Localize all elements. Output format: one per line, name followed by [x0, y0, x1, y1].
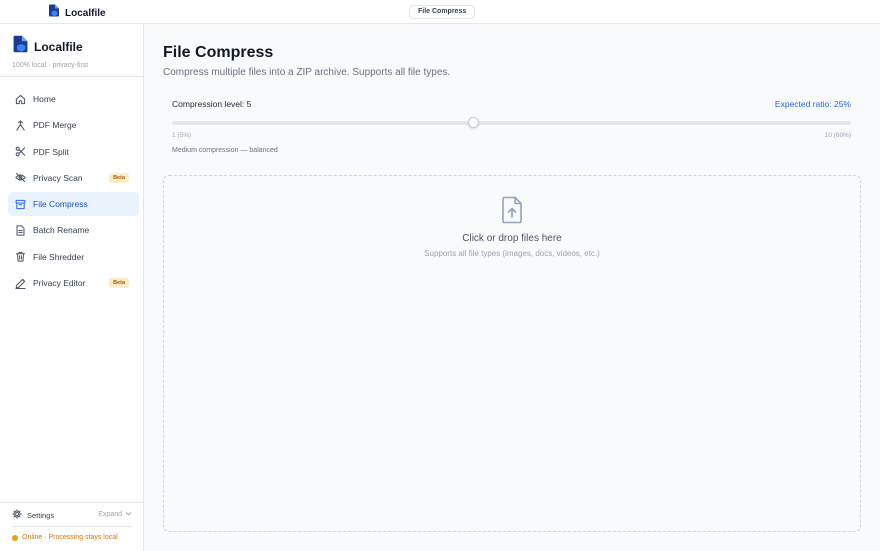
- trash-icon: [14, 251, 26, 263]
- top-bar: Localfile File Compress: [0, 0, 880, 24]
- file-dropzone[interactable]: Click or drop files here Supports all fi…: [163, 175, 861, 532]
- app-logo-icon: [12, 35, 29, 58]
- sidebar-item-label: PDF Split: [33, 146, 69, 157]
- compression-slider[interactable]: [172, 117, 851, 128]
- main-content: File Compress Compress multiple files in…: [144, 24, 880, 551]
- app-name: Localfile: [65, 7, 106, 19]
- status-indicator: Online · Processing stays local: [12, 534, 118, 541]
- compression-level-label: Compression level: 5: [172, 99, 252, 109]
- expand-label: Expand: [98, 511, 122, 518]
- divider: [0, 76, 143, 77]
- sidebar-item-file-compress[interactable]: File Compress: [8, 192, 139, 217]
- sidebar-item-privacy-editor[interactable]: Privacy Editor Beta: [8, 271, 139, 295]
- home-icon: [14, 93, 26, 105]
- sidebar-nav: Home PDF Merge PDF Split Privacy Scan Be…: [8, 87, 139, 297]
- slider-min-label: 1 (5%): [172, 132, 192, 139]
- slider-thumb[interactable]: [468, 117, 480, 128]
- app-tagline: 100% local · privacy-first: [12, 62, 89, 69]
- sidebar-item-label: Home: [33, 94, 56, 104]
- beta-badge: Beta: [109, 278, 129, 289]
- expand-toggle[interactable]: Expand: [98, 510, 132, 519]
- sidebar-item-label: PDF Merge: [33, 120, 77, 131]
- expected-ratio: Expected ratio: 25%: [774, 99, 851, 109]
- sidebar-item-batch-rename[interactable]: Batch Rename: [8, 218, 139, 242]
- status-text: Online · Processing stays local: [22, 534, 118, 541]
- compression-description: Medium compression — balanced: [172, 147, 278, 154]
- settings-button[interactable]: Settings Expand: [12, 509, 132, 521]
- sidebar-item-label: Privacy Editor: [33, 278, 86, 289]
- settings-label: Settings: [27, 510, 55, 520]
- sidebar-item-privacy-scan[interactable]: Privacy Scan Beta: [8, 166, 139, 190]
- dropzone-title: Click or drop files here: [462, 233, 562, 244]
- chevron-down-icon: [125, 510, 132, 519]
- file-upload-icon: [500, 196, 524, 229]
- tab-file-compress[interactable]: File Compress: [409, 5, 476, 19]
- divider: [12, 526, 132, 527]
- sidebar-item-label: Privacy Scan: [33, 172, 83, 183]
- sidebar-header: Localfile 100% local · privacy-first: [12, 35, 88, 69]
- page-subtitle: Compress multiple files into a ZIP archi…: [163, 67, 451, 78]
- scissors-icon: [14, 146, 26, 158]
- brand: Localfile: [48, 4, 106, 22]
- page-title: File Compress: [163, 44, 274, 61]
- sidebar-item-pdf-merge[interactable]: PDF Merge: [8, 113, 139, 137]
- app-logo-icon: [48, 4, 60, 22]
- beta-badge: Beta: [109, 172, 129, 183]
- gear-icon: [12, 506, 22, 524]
- sidebar-item-home[interactable]: Home: [8, 87, 139, 111]
- sidebar-item-file-shredder[interactable]: File Shredder: [8, 245, 139, 269]
- merge-icon: [14, 119, 26, 131]
- sidebar-item-label: File Compress: [33, 199, 88, 210]
- sidebar: Localfile 100% local · privacy-first Hom…: [0, 24, 144, 551]
- slider-max-label: 10 (60%): [824, 132, 851, 139]
- sidebar-app-name: Localfile: [34, 39, 83, 54]
- sidebar-item-pdf-split[interactable]: PDF Split: [8, 140, 139, 164]
- pen-icon: [14, 277, 26, 289]
- archive-icon: [14, 198, 26, 210]
- sidebar-item-label: File Shredder: [33, 251, 85, 262]
- file-text-icon: [14, 224, 26, 236]
- eye-off-icon: [14, 172, 26, 184]
- dropzone-subtitle: Supports all file types (images, docs, v…: [424, 249, 600, 258]
- status-dot-icon: [12, 534, 18, 541]
- divider: [0, 502, 143, 503]
- sidebar-item-label: Batch Rename: [33, 225, 90, 236]
